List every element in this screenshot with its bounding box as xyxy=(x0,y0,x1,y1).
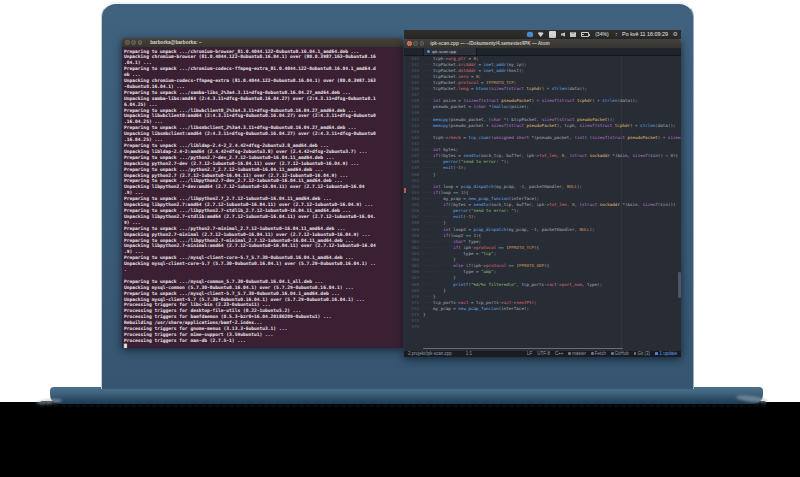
desk-shadow xyxy=(0,402,800,477)
tab-label: ipk-scan.cpp xyxy=(432,49,456,54)
atom-minimize-button[interactable] xyxy=(413,41,418,46)
file-modified-icon xyxy=(427,50,430,53)
gear-icon[interactable]: ⚙ xyxy=(673,30,678,39)
terminal-minimize-button[interactable] xyxy=(131,40,136,45)
terminal-output[interactable]: Preparing to unpack .../chromium-browser… xyxy=(122,47,403,348)
atom-window: ipk-scan.cpp — ~/Dokumenty/4.semester/IP… xyxy=(404,39,681,357)
battery-percent: (34%) xyxy=(595,30,608,39)
updown-arrows-icon[interactable]: ↕ xyxy=(615,30,618,39)
status-item-icon xyxy=(568,352,571,355)
atom-tab-bar: ipk-scan.cpp xyxy=(404,48,681,56)
mail-icon[interactable] xyxy=(570,32,577,37)
terminal-maximize-button[interactable] xyxy=(138,40,143,45)
wifi-icon[interactable] xyxy=(537,32,544,38)
status-item-utf-8[interactable]: UTF-8 xyxy=(537,351,550,356)
keyboard-layout-indicator[interactable]: En xyxy=(549,31,557,38)
atom-maximize-button[interactable] xyxy=(420,41,425,46)
status-item-icon xyxy=(611,352,614,355)
status-item-github[interactable]: GitHub xyxy=(611,351,629,356)
volume-icon[interactable] xyxy=(561,32,566,37)
terminal-close-button[interactable] xyxy=(125,40,130,45)
update-icon xyxy=(655,352,658,355)
status-item-git-3-[interactable]: Git (3) xyxy=(634,351,650,356)
wrap-guide xyxy=(621,56,622,351)
atom-title: ipk-scan.cpp — ~/Dokumenty/4.semester/IP… xyxy=(430,41,550,46)
laptop-base xyxy=(50,387,763,404)
ubuntu-top-panel: En (34%) ↕ Po kvě 11 16:09:29 ⚙ xyxy=(404,30,681,39)
atom-close-button[interactable] xyxy=(407,41,412,46)
horizontal-scrollbar[interactable] xyxy=(423,348,623,349)
terminal-titlebar[interactable]: barborka@barborka: ~ xyxy=(122,38,403,47)
atom-titlebar[interactable]: ipk-scan.cpp — ~/Dokumenty/4.semester/IP… xyxy=(404,39,681,48)
status-item-icon xyxy=(591,352,594,355)
line-number: 575 xyxy=(404,324,419,330)
terminal-title: barborka@barborka: ~ xyxy=(150,40,201,45)
status-item-fetch[interactable]: Fetch xyxy=(591,351,606,356)
git-modified-marker xyxy=(404,188,406,193)
clock[interactable]: Po kvě 11 16:09:29 xyxy=(622,30,668,39)
terminal-window: barborka@barborka: ~ Preparing to unpack… xyxy=(122,38,403,348)
status-item-c-[interactable]: C++ xyxy=(555,351,564,356)
laptop-mockup: barborka@barborka: ~ Preparing to unpack… xyxy=(0,0,800,477)
status-cursor-position[interactable]: 1:1 xyxy=(466,351,472,356)
laptop-screen: barborka@barborka: ~ Preparing to unpack… xyxy=(101,2,694,389)
status-item-icon xyxy=(634,352,637,355)
status-file-path[interactable]: 2.projekt/ipk-scan.cpp xyxy=(408,351,452,356)
status-item-master[interactable]: master xyxy=(568,351,586,356)
network-icon[interactable] xyxy=(527,32,533,38)
code-line[interactable]: 575 xyxy=(404,324,681,330)
code-editor[interactable]: 531····tcph->urg_ptr = 0;532····tcpPacke… xyxy=(404,56,681,351)
status-item-1-update[interactable]: 1 update xyxy=(655,351,677,356)
tab-ipk-scan[interactable]: ipk-scan.cpp xyxy=(423,48,477,55)
status-item-lf[interactable]: LF xyxy=(527,351,532,356)
atom-status-bar: 2.projekt/ipk-scan.cpp 1:1 LF UTF-8 C++ mas… xyxy=(404,351,681,358)
vertical-scrollbar[interactable] xyxy=(678,272,681,298)
battery-icon[interactable] xyxy=(581,32,589,37)
